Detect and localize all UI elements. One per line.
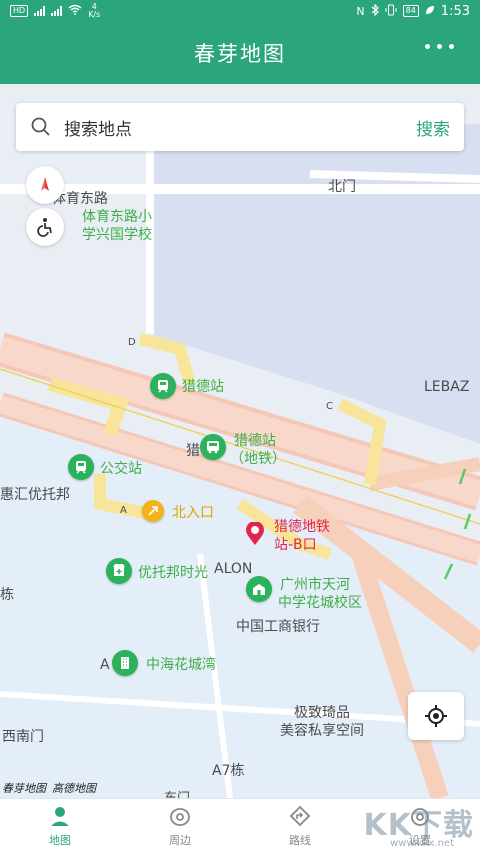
map-pin-person-icon <box>51 806 69 826</box>
signal-icon-2 <box>51 6 63 16</box>
map-label-a1: A <box>120 505 127 516</box>
tab-map-label: 地图 <box>49 833 71 847</box>
map-label-tiyu-school-2: 学兴国学校 <box>82 227 152 243</box>
nearby-target-icon <box>170 807 190 826</box>
search-bar[interactable]: 搜索地点 搜索 <box>16 103 464 151</box>
map-label-huihui: 惠汇优托邦 <box>0 487 70 503</box>
map-label-d: D <box>128 337 136 348</box>
hd-indicator: HD <box>10 5 29 17</box>
map-label-liede-metro: 猎德站 <box>234 433 276 449</box>
clock: 1:53 <box>440 3 470 19</box>
battery-indicator: 84 <box>402 5 419 17</box>
bus-stop-icon[interactable] <box>68 454 94 480</box>
metro-station-icon[interactable] <box>150 373 176 399</box>
map-label-a7: A7栋 <box>212 763 245 779</box>
wheelchair-icon <box>37 218 52 237</box>
compass-button[interactable] <box>26 166 64 204</box>
map-label-school-2: 中学花城校区 <box>278 595 362 611</box>
metro-bus-icon[interactable] <box>200 434 226 460</box>
building-icon[interactable] <box>112 650 138 676</box>
tab-route-label: 路线 <box>289 833 311 847</box>
locate-button[interactable] <box>408 692 464 740</box>
route-arrow-icon <box>289 805 311 826</box>
signal-icon <box>34 6 46 16</box>
map-label-xinanmen: 西南门 <box>2 729 44 745</box>
tab-route[interactable]: 路线 <box>240 799 360 853</box>
map-view[interactable]: 体育东路 体育东路小 学兴国学校 北门 华 理 D 猎德站 LEBAZ C 猎 … <box>0 84 480 798</box>
map-label-jizhi-2: 美容私享空间 <box>280 723 364 739</box>
map-label-a2: A <box>100 657 110 673</box>
map-label-tiyu-school: 体育东路小 <box>82 209 152 225</box>
app-header: 春芽地图 <box>0 22 480 84</box>
map-attribution: 春芽地图 高德地图 <box>2 780 96 796</box>
map-label-north-entrance: 北入口 <box>172 505 214 521</box>
map-label-alon: ALON <box>214 561 253 577</box>
net-speed-unit: K/s <box>88 10 101 19</box>
map-label-metro-b: 猎德地铁 <box>274 519 330 535</box>
map-label-metro-b-2: 站-B口 <box>274 537 317 553</box>
net-speed: 4 K/s <box>88 3 100 19</box>
tab-nearby[interactable]: 周边 <box>120 799 240 853</box>
wifi-icon <box>68 4 82 18</box>
search-button[interactable]: 搜索 <box>416 115 450 140</box>
vibrate-icon <box>385 4 397 19</box>
crosshair-icon <box>425 705 447 727</box>
map-label-haihua: 中海花城湾 <box>146 657 216 673</box>
brand-gaode: 高德地图 <box>52 782 96 795</box>
watermark-url: www.kkx.net <box>390 838 454 849</box>
map-label-youtuobang: 优托邦时光 <box>138 565 208 581</box>
map-label-bus-station: 公交站 <box>100 461 142 477</box>
map-label-jizhi: 极致琦品 <box>294 705 350 721</box>
shop-icon[interactable] <box>106 558 132 584</box>
map-label-liede-station: 猎德站 <box>182 379 224 395</box>
search-input[interactable]: 搜索地点 <box>64 115 416 140</box>
accessibility-button[interactable] <box>26 208 64 246</box>
compass-icon <box>41 177 49 191</box>
tab-map[interactable]: 地图 <box>0 799 120 853</box>
map-label-school: 广州市天河 <box>280 577 350 593</box>
page-title: 春芽地图 <box>194 42 286 66</box>
status-bar: HD 4 K/s N 84 1:53 <box>0 0 480 22</box>
map-label-liede-metro-2: （地铁） <box>230 451 286 467</box>
map-label-icbc: 中国工商银行 <box>236 619 320 635</box>
leaf-icon <box>425 5 435 18</box>
entrance-icon[interactable] <box>142 500 164 522</box>
nfc-icon: N <box>356 4 365 18</box>
map-label-lebaz: LEBAZ <box>424 379 470 395</box>
school-icon[interactable] <box>246 576 272 602</box>
metro-exit-pin-icon[interactable] <box>245 521 265 550</box>
map-label-lie-partial: 猎 <box>186 443 200 459</box>
bluetooth-icon <box>371 3 379 19</box>
map-label-dongmen: 东门 <box>164 790 190 798</box>
more-dots-icon[interactable] <box>425 44 454 49</box>
brand-chunya: 春芽地图 <box>2 782 46 795</box>
map-label-dong: 栋 <box>0 587 14 603</box>
map-label-c: C <box>326 401 333 412</box>
map-label-beimen: 北门 <box>328 179 356 195</box>
tab-nearby-label: 周边 <box>169 833 191 847</box>
search-icon <box>31 117 50 136</box>
